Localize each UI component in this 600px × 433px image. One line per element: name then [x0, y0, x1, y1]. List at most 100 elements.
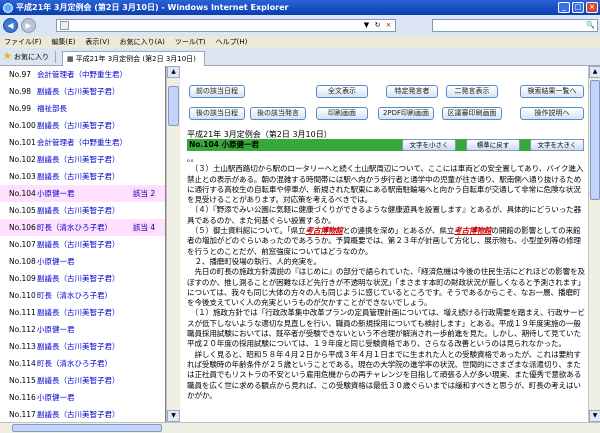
left-scrollbar[interactable]: ▲ ▼ [166, 66, 180, 422]
speaker-link[interactable]: 小原健一君 [37, 256, 75, 267]
refresh-icon[interactable]: ↻ [373, 21, 382, 30]
close-button[interactable]: × [586, 2, 598, 13]
speaker-link[interactable]: 副議長（古川美智子君） [37, 120, 120, 131]
all-display-button[interactable]: 全文表示 [316, 85, 368, 98]
speaker-link[interactable]: 福祉部長 [37, 103, 67, 114]
speaker-list-item[interactable]: No.113 副議長（古川美智子君） [0, 338, 165, 355]
speaker-list-item[interactable]: No.105 副議長（古川美智子君） [0, 202, 165, 219]
help-button[interactable]: 操作説明へ [520, 107, 584, 120]
speaker-list-item[interactable]: No.101 会計管理者（中野重生君） [0, 134, 165, 151]
speaker-list-item[interactable]: No.117 副議長（古川美智子君） [0, 406, 165, 422]
speaker-link[interactable]: 副議長（古川美智子君） [37, 307, 120, 318]
scroll-up-icon[interactable]: ▲ [589, 66, 600, 78]
speaker-link[interactable]: 副議長（古川美智子君） [37, 341, 120, 352]
left-scroll-thumb[interactable] [168, 86, 179, 126]
next-hit-speech-button[interactable]: 後の該当発言 [250, 107, 306, 120]
speaker-link[interactable]: 町長（清水ひろ子君） [37, 358, 112, 369]
menu-view[interactable]: 表示(V) [85, 37, 109, 47]
hit-count-badge[interactable]: 該当 2 [132, 188, 157, 199]
specific-speaker-button[interactable]: 特定発言者 [386, 85, 438, 98]
speaker-list-item[interactable]: No.97 会計管理者（中野重生君） [0, 66, 165, 83]
speaker-link[interactable]: 副議長（古川美智子君） [37, 273, 120, 284]
speaker-list-item[interactable]: No.102 副議長（古川美智子君） [0, 151, 165, 168]
speaker-link[interactable]: 副議長（古川美智子君） [37, 86, 120, 97]
text-larger-button[interactable]: 文字を大きく [530, 139, 584, 151]
speaker-link[interactable]: 副議長（古川美智子君） [37, 154, 120, 165]
speaker-link[interactable]: 副議長（古川美智子君） [37, 171, 120, 182]
speaker-list-item[interactable]: No.99 福祉部長 [0, 100, 165, 117]
menu-help[interactable]: ヘルプ(H) [216, 37, 248, 47]
speaker-list-item[interactable]: No.112 小原健一君 [0, 321, 165, 338]
speaker-link[interactable]: 町長（清水ひろ子君） [37, 222, 112, 233]
speaker-link[interactable]: 小原健一君 [37, 324, 75, 335]
speech-number: No.112 [9, 325, 36, 334]
horizontal-scroll-thumb[interactable] [12, 424, 162, 432]
hit-count-badge[interactable]: 該当 4 [132, 222, 157, 233]
search-results-button[interactable]: 検索結果一覧へ [520, 85, 584, 98]
speaker-list-item[interactable]: No.100 副議長（古川美智子君） [0, 117, 165, 134]
speaker-link[interactable]: 小原健一君 [37, 188, 75, 199]
menu-tools[interactable]: ツール(T) [175, 37, 206, 47]
scroll-down-icon[interactable]: ▼ [167, 410, 180, 422]
text-reset-button[interactable]: 標準に戻す [466, 139, 520, 151]
two-speaker-button[interactable]: 二発言表示 [446, 85, 498, 98]
speaker-list-item[interactable]: No.110 町長（清水ひろ子君） [0, 287, 165, 304]
right-scrollbar[interactable]: ▲ ▼ [588, 66, 600, 422]
speech-paragraph: 。。 [187, 154, 199, 163]
pdf-print-button[interactable]: 2PDF印刷画面 [378, 107, 434, 120]
speech-paragraph: （５）御土資料館について。「県立考古博物館との連携を深め」とあるが、県立考古博物… [187, 226, 581, 256]
active-tab[interactable]: ▦ 平成21年 3月定例会 (第2日 3月10日) [61, 50, 205, 66]
speaker-list-item[interactable]: No.106 町長（清水ひろ子君） 該当 4 [0, 219, 165, 236]
search-icon[interactable]: 🔍 [586, 21, 596, 30]
speech-number: No.116 [9, 393, 36, 402]
favorites-button[interactable]: ★ お気に入り [3, 51, 49, 62]
speaker-list-pane: No.97 会計管理者（中野重生君） No.98 副議長（古川美智子君） No.99 福祉… [0, 66, 166, 422]
speaker-list-item[interactable]: No.108 小原健一君 [0, 253, 165, 270]
forward-button[interactable]: ▶ [21, 18, 36, 33]
back-button[interactable]: ◀ [3, 18, 18, 33]
speech-number: No.105 [9, 206, 36, 215]
minimize-button[interactable]: _ [558, 2, 570, 13]
window-titlebar: 平成21年 3月定例会 (第2日 3月10日) - Windows Intern… [0, 0, 600, 15]
dropdown-icon[interactable]: ▼ [362, 21, 371, 30]
speaker-list-item[interactable]: No.98 副議長（古川美智子君） [0, 83, 165, 100]
prev-hit-date-button[interactable]: 前の該当日程 [189, 85, 245, 98]
speech-paragraph: （１）施政方針では「行政改革集中改革プランの定員管理計画については、増え続ける行… [187, 308, 585, 349]
speaker-list-item[interactable]: No.104 小原健一君 該当 2 [0, 185, 165, 202]
maximize-button[interactable]: □ [572, 2, 584, 13]
speech-number: No.108 [9, 257, 36, 266]
speaker-link[interactable]: 小原健一君 [37, 392, 75, 403]
speaker-link[interactable]: 町長（清水ひろ子君） [37, 290, 112, 301]
speaker-list-item[interactable]: No.115 副議長（古川美智子君） [0, 372, 165, 389]
speech-number: No.113 [9, 342, 36, 351]
text-smaller-button[interactable]: 文字を小さく [402, 139, 456, 151]
scroll-down-icon[interactable]: ▼ [589, 410, 600, 422]
scroll-up-icon[interactable]: ▲ [167, 66, 180, 78]
speaker-link[interactable]: 副議長（古川美智子君） [37, 409, 120, 420]
speaker-list-item[interactable]: No.114 町長（清水ひろ子君） [0, 355, 165, 372]
speech-number: No.109 [9, 274, 36, 283]
speaker-list-item[interactable]: No.107 副議長（古川美智子君） [0, 236, 165, 253]
speaker-link[interactable]: 副議長（古川美智子君） [37, 375, 120, 386]
stop-icon[interactable]: × [384, 21, 393, 30]
speaker-link[interactable]: 会計管理者（中野重生君） [37, 137, 127, 148]
horizontal-scrollbar[interactable] [0, 422, 600, 433]
speaker-list-item[interactable]: No.103 副議長（古川美智子君） [0, 168, 165, 185]
speech-paragraph: （４）『野添でみい公園に気軽に健康づくりができるような健康遊具を設置します』とあ… [187, 205, 582, 225]
speaker-link[interactable]: 副議長（古川美智子君） [37, 239, 120, 250]
right-scroll-thumb[interactable] [590, 80, 600, 200]
print-screen-button[interactable]: 印刷画面 [316, 107, 368, 120]
speaker-list-item[interactable]: No.116 小原健一君 [0, 389, 165, 406]
speaker-link[interactable]: 会計管理者（中野重生君） [37, 69, 127, 80]
menu-favorites[interactable]: お気に入り(A) [120, 37, 165, 47]
speaker-list-item[interactable]: No.109 副議長（古川美智子君） [0, 270, 165, 287]
next-hit-date-button[interactable]: 後の該当日程 [189, 107, 245, 120]
address-field[interactable]: ▼ ↻ × [56, 19, 396, 32]
search-input[interactable]: 🔍 [432, 19, 598, 32]
menu-edit[interactable]: 編集(E) [52, 37, 76, 47]
council-print-button[interactable]: 区議審印刷画面 [442, 107, 502, 120]
speech-number: No.99 [9, 104, 31, 113]
speaker-link[interactable]: 副議長（古川美智子君） [37, 205, 120, 216]
speaker-list-item[interactable]: No.111 副議長（古川美智子君） [0, 304, 165, 321]
menu-file[interactable]: ファイル(F) [4, 37, 42, 47]
